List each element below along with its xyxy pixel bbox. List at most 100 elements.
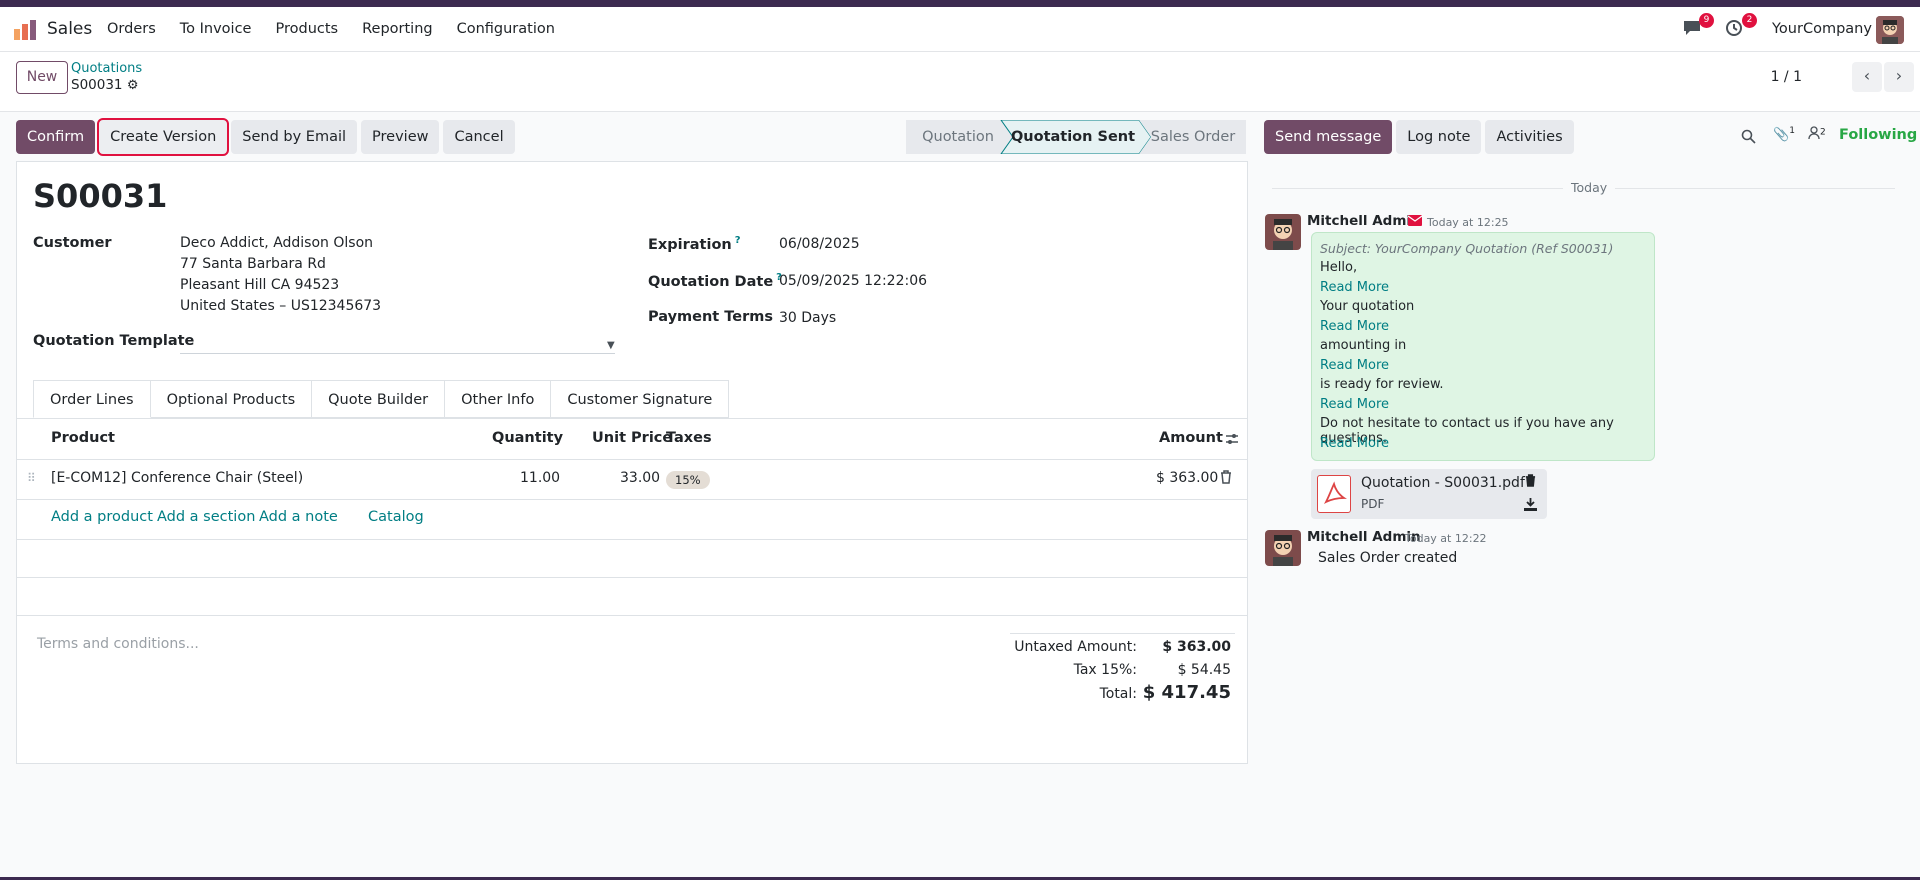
attachments-button[interactable]: 📎1 [1773, 126, 1795, 142]
attachments-count: 1 [1789, 126, 1795, 136]
menu-configuration[interactable]: Configuration [457, 21, 555, 37]
following-toggle[interactable]: Following [1839, 127, 1917, 143]
pager-next-icon[interactable]: › [1884, 62, 1914, 92]
customer-line-3: Pleasant Hill CA 94523 [180, 277, 340, 293]
menu-reporting[interactable]: Reporting [362, 21, 433, 37]
activities-button[interactable]: Activities [1485, 120, 1574, 154]
form-sheet: S00031 Customer Deco Addict, Addison Ols… [16, 161, 1248, 764]
message-time: Today at 12:25 [1427, 216, 1509, 229]
status-sales-order[interactable]: Sales Order [1151, 120, 1235, 154]
message-author[interactable]: Mitchell Admin [1307, 213, 1421, 229]
tax-tag[interactable]: 15% [666, 471, 710, 489]
menu-to-invoice[interactable]: To Invoice [180, 21, 252, 37]
pager-value[interactable]: 1 / 1 [1771, 69, 1802, 85]
tab-quote-builder[interactable]: Quote Builder [312, 380, 446, 418]
message-subject: Subject: YourCompany Quotation (Ref S000… [1320, 241, 1614, 256]
read-more-link[interactable]: Read More [1320, 397, 1389, 412]
send-message-button[interactable]: Send message [1264, 120, 1393, 154]
quotation-date-value[interactable]: 05/09/2025 12:22:06 [779, 273, 927, 289]
untaxed-label: Untaxed Amount: [1014, 639, 1137, 655]
col-taxes[interactable]: Taxes [666, 430, 712, 446]
column-settings-icon[interactable] [1225, 432, 1239, 450]
col-amount[interactable]: Amount [1159, 430, 1223, 446]
read-more-link[interactable]: Read More [1320, 436, 1389, 451]
menu-orders[interactable]: Orders [107, 21, 156, 37]
sales-app-icon[interactable] [14, 20, 36, 40]
customer-line-1[interactable]: Deco Addict, Addison Olson [180, 235, 373, 251]
status-quotation-sent[interactable]: Quotation Sent [1011, 120, 1135, 154]
followers-count: 2 [1820, 127, 1826, 138]
expiration-value[interactable]: 06/08/2025 [779, 236, 860, 252]
attachment-card[interactable]: Quotation - S00031.pdf PDF [1311, 469, 1547, 519]
chevron-down-icon[interactable]: ▼ [607, 340, 615, 351]
table-row[interactable]: ⠿ [E-COM12] Conference Chair (Steel) 11.… [17, 460, 1247, 499]
company-switcher[interactable]: YourCompany [1772, 21, 1872, 37]
search-icon[interactable] [1741, 129, 1756, 148]
row-unit-price[interactable]: 33.00 [620, 470, 660, 486]
tax-label: Tax 15%: [1073, 662, 1137, 678]
row-divider [17, 615, 1247, 616]
customer-line-4: United States – US12345673 [180, 298, 382, 314]
quotation-template-input[interactable] [180, 353, 615, 354]
chat-badge: 9 [1699, 13, 1714, 28]
attachment-type: PDF [1361, 497, 1385, 511]
read-more-link[interactable]: Read More [1320, 358, 1389, 373]
payment-terms-value[interactable]: 30 Days [779, 310, 836, 326]
status-quotation[interactable]: Quotation [922, 120, 994, 154]
tab-other-info[interactable]: Other Info [445, 380, 552, 418]
quotation-date-label-text: Quotation Date [648, 273, 774, 290]
drag-handle-icon[interactable]: ⠿ [27, 471, 36, 485]
pager-previous-icon[interactable]: ‹ [1852, 62, 1882, 92]
trash-icon[interactable] [1220, 470, 1232, 488]
top-stripe [0, 0, 1920, 7]
envelope-icon [1407, 214, 1423, 230]
help-icon[interactable]: ? [735, 235, 741, 246]
confirm-button[interactable]: Confirm [16, 120, 96, 154]
message-author[interactable]: Mitchell Admin [1307, 529, 1421, 545]
read-more-link[interactable]: Read More [1320, 280, 1389, 295]
author-avatar[interactable] [1265, 530, 1301, 566]
trash-icon[interactable] [1525, 474, 1536, 491]
chatter-actions: Send message Log note Activities [1264, 120, 1578, 154]
create-version-button[interactable]: Create Version [97, 118, 230, 156]
paperclip-icon: 📎 [1773, 127, 1790, 143]
row-quantity[interactable]: 11.00 [520, 470, 560, 486]
chat-icon[interactable]: 9 [1682, 13, 1714, 39]
add-note-link[interactable]: Add a note [259, 509, 338, 525]
customer-label: Customer [33, 235, 112, 251]
followers-button[interactable]: 2 [1808, 126, 1826, 144]
log-note-button[interactable]: Log note [1396, 120, 1482, 154]
col-quantity[interactable]: Quantity [492, 430, 563, 446]
total-label: Total: [1099, 686, 1137, 702]
activity-clock-icon[interactable]: 2 [1725, 13, 1757, 39]
new-button[interactable]: New [16, 61, 68, 94]
tax-value: $ 54.45 [1177, 662, 1231, 678]
preview-button[interactable]: Preview [361, 120, 440, 154]
gear-icon[interactable]: ⚙ [127, 78, 139, 93]
row-product[interactable]: [E-COM12] Conference Chair (Steel) [51, 470, 303, 486]
row-divider [17, 577, 1247, 578]
tab-customer-signature[interactable]: Customer Signature [551, 380, 730, 418]
author-avatar[interactable] [1265, 214, 1301, 250]
download-icon[interactable] [1524, 498, 1537, 515]
cancel-button[interactable]: Cancel [443, 120, 515, 154]
tab-optional-products[interactable]: Optional Products [150, 380, 313, 418]
app-name[interactable]: Sales [47, 19, 92, 39]
tab-order-lines[interactable]: Order Lines [33, 380, 151, 418]
row-divider [17, 499, 1247, 500]
date-separator-label: Today [1563, 180, 1616, 195]
col-unit-price[interactable]: Unit Price [592, 430, 672, 446]
quotation-template-label: Quotation Template [33, 333, 195, 349]
read-more-link[interactable]: Read More [1320, 319, 1389, 334]
menu-products[interactable]: Products [275, 21, 338, 37]
attachment-name: Quotation - S00031.pdf [1361, 475, 1525, 491]
col-product[interactable]: Product [51, 430, 115, 446]
terms-input[interactable]: Terms and conditions... [37, 636, 199, 652]
tab-divider [17, 418, 1247, 419]
add-section-link[interactable]: Add a section [157, 509, 255, 525]
breadcrumb-quotations[interactable]: Quotations [71, 61, 142, 76]
add-product-link[interactable]: Add a product [51, 509, 153, 525]
user-avatar[interactable] [1876, 16, 1904, 44]
catalog-link[interactable]: Catalog [368, 509, 424, 525]
send-by-email-button[interactable]: Send by Email [231, 120, 358, 154]
